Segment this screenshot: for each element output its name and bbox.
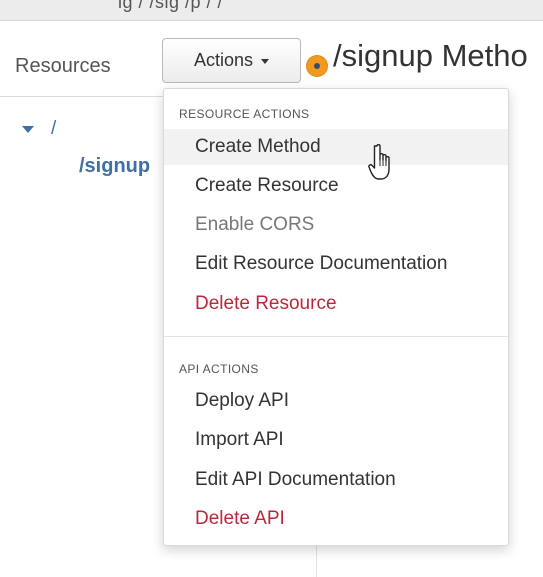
menu-item-create-method[interactable]: Create Method xyxy=(164,129,508,165)
sidebar-divider xyxy=(0,96,168,97)
status-dot-icon xyxy=(307,56,327,76)
menu-item-delete-resource[interactable]: Delete Resource xyxy=(164,286,508,322)
menu-item-create-resource[interactable]: Create Resource xyxy=(164,168,508,204)
menu-divider xyxy=(164,336,508,337)
caret-down-icon xyxy=(261,59,270,64)
actions-button[interactable]: Actions xyxy=(162,38,301,83)
menu-item-edit-resource-documentation[interactable]: Edit Resource Documentation xyxy=(164,246,508,282)
tree-item-signup[interactable]: /signup xyxy=(79,155,150,178)
menu-item-enable-cors: Enable CORS xyxy=(195,214,315,235)
top-bar-text: ig / /sig /p / / xyxy=(118,0,224,12)
actions-dropdown-menu: RESOURCE ACTIONS Create Method Create Re… xyxy=(163,88,509,546)
menu-item-edit-api-documentation[interactable]: Edit API Documentation xyxy=(164,462,508,498)
menu-item-import-api[interactable]: Import API xyxy=(164,422,508,458)
tree-toggle-icon[interactable] xyxy=(22,126,34,133)
tree-item-root[interactable]: / xyxy=(51,118,56,140)
page-title: /signup Metho xyxy=(333,38,528,73)
api-actions-header: API ACTIONS xyxy=(179,362,259,376)
resources-label: Resources xyxy=(15,55,111,77)
menu-item-delete-api[interactable]: Delete API xyxy=(164,501,508,537)
hand-pointer-cursor-icon xyxy=(368,144,390,180)
actions-button-label: Actions xyxy=(193,50,254,70)
resource-actions-header: RESOURCE ACTIONS xyxy=(179,107,310,121)
top-bar: ig / /sig /p / / xyxy=(0,0,543,21)
menu-item-deploy-api[interactable]: Deploy API xyxy=(164,383,508,419)
